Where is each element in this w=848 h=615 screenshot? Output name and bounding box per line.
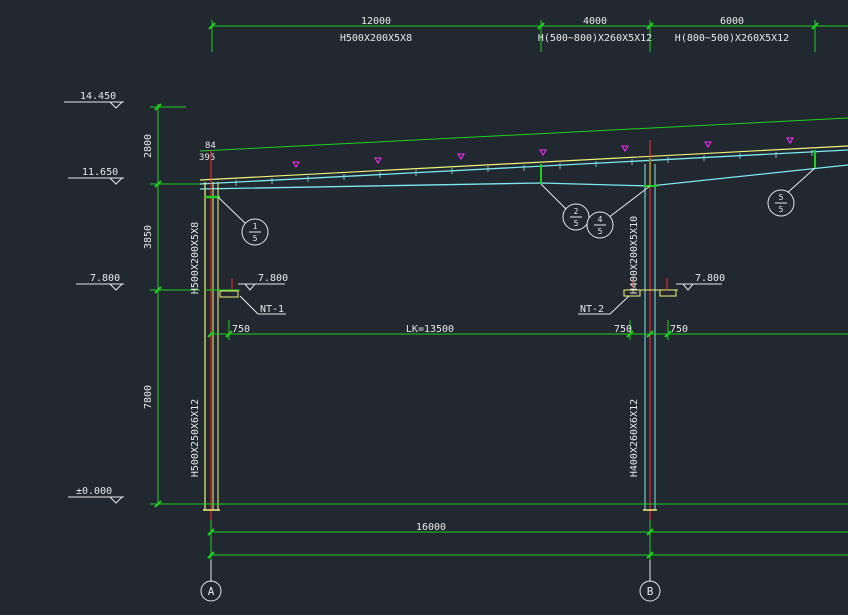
elevation-label: 11.650 [82, 167, 118, 178]
detail-callout-1: 1 5 [241, 218, 269, 246]
crane-offset-mid: 750 [614, 324, 632, 335]
elevation-label: 7.800 [258, 273, 288, 284]
nt-2-label: NT-2 [580, 304, 604, 315]
detail-sheet: 5 [598, 227, 603, 236]
detail-sheet: 5 [574, 219, 579, 228]
column-a-upper-section: H500X200X5X8 [190, 222, 201, 294]
detail-callout-4: 5 5 [767, 189, 795, 217]
detail-number: 5 [779, 193, 784, 202]
detail-number: 4 [598, 215, 603, 224]
top-dim-section-2: H(500~800)X260X5X12 [538, 33, 652, 44]
detail-callout-2: 2 5 [562, 203, 590, 231]
detail-number: 2 [574, 207, 579, 216]
dim-2800: 2800 [143, 134, 154, 158]
column-a-lower-section: H500X250X6X12 [190, 399, 201, 477]
axis-label-a: A [208, 585, 215, 598]
column-b-lower-section: H400X260X6X12 [629, 399, 640, 477]
crane-span-label: LK=13500 [406, 324, 454, 335]
top-dim-value-2: 4000 [583, 16, 607, 27]
slope-label-2: 395 [199, 153, 215, 163]
top-dim-section-3: H(800~500)X260X5X12 [675, 33, 789, 44]
nt-1-label: NT-1 [260, 304, 284, 315]
elevation-label: 7.800 [695, 273, 725, 284]
cad-drawing: 12000 H500X200X5X8 4000 H(500~800)X260X5… [0, 0, 848, 615]
detail-sheet: 5 [253, 234, 258, 243]
axis-label-b: B [647, 585, 654, 598]
top-dim-value-1: 12000 [361, 16, 391, 27]
crane-offset-left: 750 [232, 324, 250, 335]
top-dim-section-1: H500X200X5X8 [340, 33, 412, 44]
detail-number: 1 [253, 222, 258, 231]
slope-label: 84 [205, 141, 216, 151]
crane-offset-right: 750 [670, 324, 688, 335]
dim-3850: 3850 [143, 225, 154, 249]
elevation-label: 14.450 [80, 91, 116, 102]
detail-callout-3: 4 5 [586, 211, 614, 239]
bottom-dimension-label: 16000 [416, 522, 446, 533]
column-b-upper-section: H400X200X5X10 [629, 216, 640, 294]
dim-7800: 7800 [143, 385, 154, 409]
elevation-label: 7.800 [90, 273, 120, 284]
elevation-label: ±0.000 [76, 486, 112, 497]
top-dim-value-3: 6000 [720, 16, 744, 27]
detail-sheet: 5 [779, 205, 784, 214]
